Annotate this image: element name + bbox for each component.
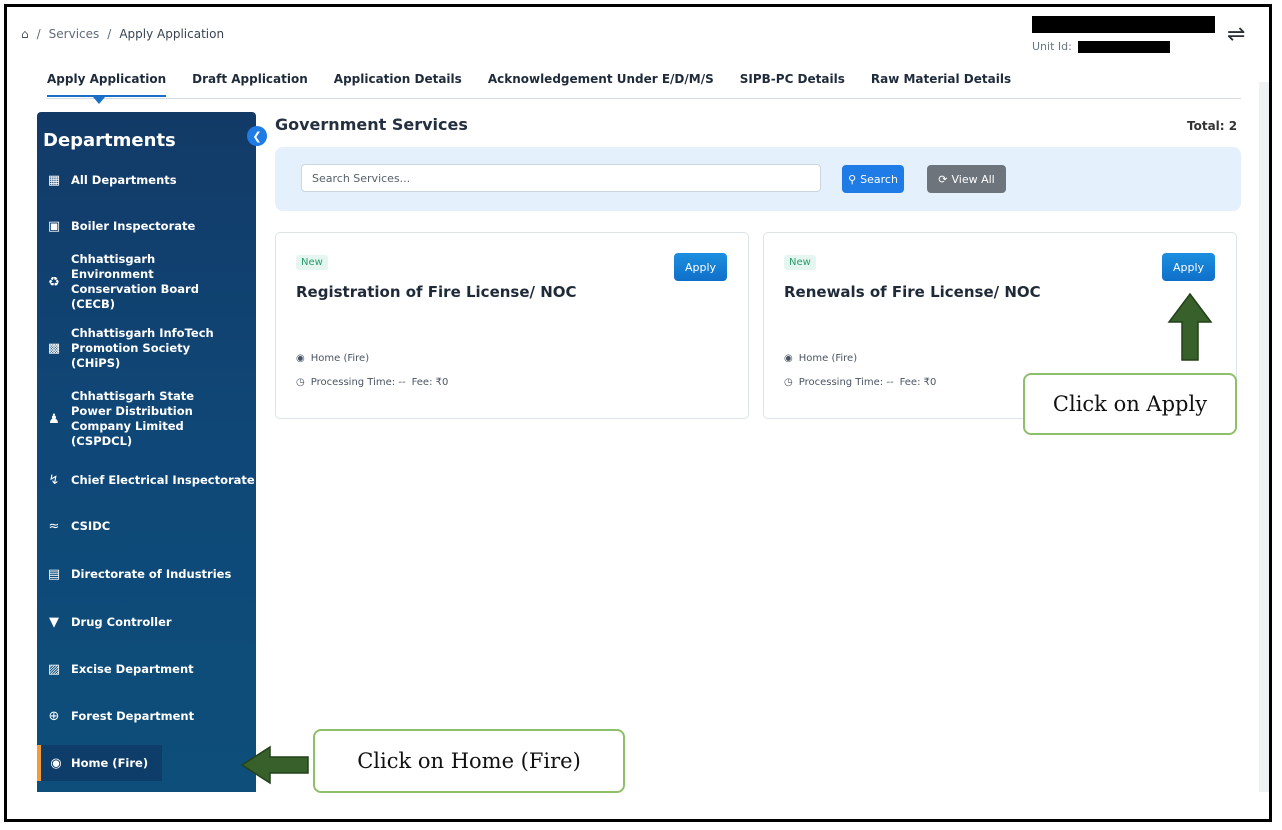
new-badge: New xyxy=(784,255,816,270)
service-department: ◉ Home (Fire) xyxy=(296,353,370,364)
fire-icon: ◉ xyxy=(50,755,62,771)
sidebar-item-drug-controller[interactable]: ▼ Drug Controller xyxy=(37,608,256,636)
page-scrollbar[interactable] xyxy=(1259,82,1269,792)
people-icon: ♟ xyxy=(48,411,60,427)
sidebar-item-chief-electrical[interactable]: ↯ Chief Electrical Inspectorate xyxy=(37,466,256,494)
search-input[interactable] xyxy=(301,164,821,192)
up-arrow-shape xyxy=(1167,292,1213,361)
tree-icon: ⊕ xyxy=(48,708,60,724)
search-panel: ⚲Search ⟳View All xyxy=(275,147,1241,211)
fire-icon: ◉ xyxy=(784,353,793,364)
sidebar-item-cecb[interactable]: ♻ Chhattisgarh Environment Conservation B… xyxy=(37,252,256,311)
page-title: Government Services xyxy=(275,115,468,134)
new-badge: New xyxy=(296,255,328,270)
redacted-unit-id xyxy=(1077,40,1170,53)
up-arrow-annotation xyxy=(1167,292,1213,361)
left-arrow-shape xyxy=(240,745,309,785)
sidebar-item-chips[interactable]: ▩ Chhattisgarh InfoTech Promotion Society… xyxy=(37,326,256,370)
breadcrumb-separator: / xyxy=(36,27,41,41)
service-meta: ◷ Processing Time: -- Fee: ₹0 xyxy=(784,377,937,388)
sidebar-title: Departments xyxy=(43,130,176,151)
boiler-icon: ▣ xyxy=(47,218,61,234)
grid-icon: ▦ xyxy=(47,172,61,188)
tab-acknowledgement[interactable]: Acknowledgement Under E/D/M/S xyxy=(488,69,714,98)
tab-raw-material-details[interactable]: Raw Material Details xyxy=(871,69,1011,98)
clock-icon: ◷ xyxy=(784,377,793,388)
breadcrumb-services[interactable]: Services xyxy=(49,27,100,41)
apply-button[interactable]: Apply xyxy=(1162,253,1215,281)
sidebar-item-all-departments[interactable]: ▦ All Departments xyxy=(37,166,256,194)
tab-application-details[interactable]: Application Details xyxy=(334,69,462,98)
document-icon: ▨ xyxy=(47,661,61,677)
departments-sidebar: Departments ❮ ▦ All Departments ▣ Boiler I… xyxy=(37,112,267,792)
wave-icon: ≈ xyxy=(48,518,60,534)
screenshot-frame: ⌂ / Services / Apply Application Unit Id… xyxy=(4,4,1272,822)
tab-draft-application[interactable]: Draft Application xyxy=(192,69,308,98)
apply-button[interactable]: Apply xyxy=(674,253,727,281)
chip-icon: ▩ xyxy=(47,340,61,356)
left-arrow-annotation xyxy=(240,745,309,785)
search-icon: ⚲ xyxy=(848,172,857,186)
refresh-icon: ⟳ xyxy=(938,172,948,186)
factory-icon: ▤ xyxy=(47,566,61,582)
unit-id-label: Unit Id: xyxy=(1032,40,1072,53)
switch-unit-icon[interactable]: ⇌ xyxy=(1227,22,1245,47)
tab-label: Apply Application xyxy=(47,72,167,86)
service-department: ◉ Home (Fire) xyxy=(784,353,858,364)
home-fire-callout: Click on Home (Fire) xyxy=(313,729,625,793)
sidebar-item-forest[interactable]: ⊕ Forest Department xyxy=(37,702,256,730)
sidebar-item-csidc[interactable]: ≈ CSIDC xyxy=(37,512,256,540)
services-total: Total: 2 xyxy=(1187,119,1238,133)
application-tabs: Apply Application Draft Application Appl… xyxy=(47,69,1241,104)
sidebar-collapse-button[interactable]: ❮ xyxy=(247,126,267,146)
sidebar-item-excise[interactable]: ▨ Excise Department xyxy=(37,655,256,683)
fire-icon: ◉ xyxy=(296,353,305,364)
sidebar-item-industries[interactable]: ▤ Directorate of Industries xyxy=(37,560,256,588)
redacted-user-name xyxy=(1032,16,1215,33)
home-icon[interactable]: ⌂ xyxy=(21,27,29,41)
clock-icon: ◷ xyxy=(296,377,305,388)
service-meta: ◷ Processing Time: -- Fee: ₹0 xyxy=(296,377,449,388)
pill-icon: ▼ xyxy=(49,614,59,630)
view-all-button[interactable]: ⟳ View All xyxy=(927,165,1006,193)
chevron-left-icon: ❮ xyxy=(252,129,262,143)
service-title: Renewals of Fire License/ NOC xyxy=(784,283,1041,301)
search-button[interactable]: ⚲ Search xyxy=(842,165,904,193)
apply-callout: Click on Apply xyxy=(1023,373,1237,435)
sidebar-item-cspdcl[interactable]: ♟ Chhattisgarh State Power Distribution C… xyxy=(37,389,256,448)
bolt-icon: ↯ xyxy=(48,472,60,488)
service-title: Registration of Fire License/ NOC xyxy=(296,283,577,301)
tab-sipb-pc-details[interactable]: SIPB-PC Details xyxy=(740,69,845,98)
service-card-registration: New Registration of Fire License/ NOC Ap… xyxy=(275,232,749,419)
breadcrumb-separator: / xyxy=(107,27,112,41)
recycle-icon: ♻ xyxy=(48,274,60,290)
sidebar-item-home-fire[interactable]: ◉ Home (Fire) xyxy=(37,745,162,781)
breadcrumb-current: Apply Application xyxy=(119,27,225,41)
unit-id: Unit Id: xyxy=(1032,40,1170,53)
tab-apply-application[interactable]: Apply Application xyxy=(47,69,167,104)
active-tab-caret xyxy=(93,97,105,104)
sidebar-item-boiler[interactable]: ▣ Boiler Inspectorate xyxy=(37,212,256,240)
breadcrumb: ⌂ / Services / Apply Application xyxy=(21,27,224,41)
